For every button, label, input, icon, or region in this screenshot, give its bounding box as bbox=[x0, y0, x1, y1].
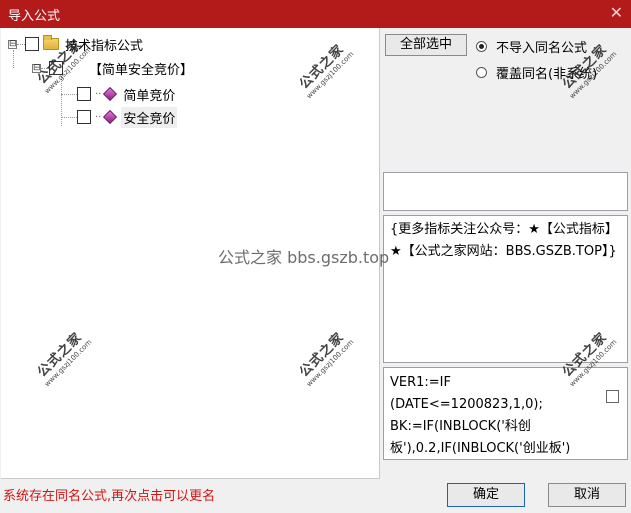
item-checkbox[interactable] bbox=[77, 110, 91, 124]
formula-gem-icon bbox=[103, 86, 118, 102]
radio-selected-icon[interactable] bbox=[476, 41, 487, 52]
tree-connector bbox=[41, 67, 49, 69]
tree-root-label: 技术指标公式 bbox=[65, 38, 144, 54]
folder-icon bbox=[43, 35, 59, 50]
tree-item-label: 简单竞价 bbox=[123, 88, 176, 104]
tree-connector bbox=[61, 116, 77, 118]
tree-connector bbox=[17, 43, 25, 45]
tree-item-label: 安全竞价 bbox=[121, 106, 178, 128]
formula-gem-icon bbox=[103, 109, 118, 125]
group-checkbox[interactable] bbox=[49, 61, 63, 75]
formula-code-box[interactable]: VER1:=IF (DATE<=1200823,1,0); BK:=IF(INB… bbox=[383, 367, 628, 460]
formula-tree-panel: ⊟ 技术指标公式 ⊟ 【简单安全竞价】 ·· 简单竞价 ·· 安全竞价 bbox=[1, 28, 380, 479]
empty-field[interactable] bbox=[383, 172, 628, 211]
dotted-icon: ·· bbox=[95, 88, 102, 100]
tree-group-label: 【简单安全竞价】 bbox=[89, 62, 194, 78]
radio-label: 覆盖同名(非系统) bbox=[496, 67, 598, 82]
tree-item[interactable]: ·· 安全竞价 bbox=[61, 106, 178, 128]
dotted-icon: ·· bbox=[95, 111, 102, 123]
code-checkbox[interactable] bbox=[606, 390, 619, 403]
collapse-icon[interactable]: ⊟ bbox=[8, 39, 17, 49]
tree-node-group[interactable]: ⊟ 【简单安全竞价】 bbox=[32, 58, 195, 78]
item-checkbox[interactable] bbox=[77, 87, 91, 101]
status-message: 系统存在同名公式,再次点击可以更名 bbox=[3, 489, 216, 504]
close-icon[interactable]: ✕ bbox=[610, 3, 623, 22]
collapse-icon[interactable]: ⊟ bbox=[32, 63, 41, 73]
tree-connector bbox=[61, 93, 77, 95]
select-all-button[interactable]: 全部选中 bbox=[385, 34, 467, 56]
cancel-button[interactable]: 取消 bbox=[548, 483, 626, 507]
description-textbox[interactable]: {更多指标关注公众号：★【公式指标】★【公式之家网站：BBS.GSZB.TOP】… bbox=[383, 215, 628, 363]
radio-no-import-same-name[interactable]: 不导入同名公式 bbox=[476, 37, 587, 56]
tree-item[interactable]: ·· 简单竞价 bbox=[61, 84, 177, 104]
radio-overwrite-same-name[interactable]: 覆盖同名(非系统) bbox=[476, 63, 597, 82]
window-title: 导入公式 bbox=[8, 9, 61, 24]
root-checkbox[interactable] bbox=[25, 37, 39, 51]
title-bar: 导入公式 ✕ bbox=[0, 0, 631, 28]
ok-button[interactable]: 确定 bbox=[447, 483, 525, 507]
formula-code-text: VER1:=IF (DATE<=1200823,1,0); BK:=IF(INB… bbox=[390, 375, 571, 456]
tree-node-root[interactable]: ⊟ 技术指标公式 bbox=[8, 34, 145, 54]
radio-unselected-icon[interactable] bbox=[476, 67, 487, 78]
radio-label: 不导入同名公式 bbox=[496, 41, 588, 56]
